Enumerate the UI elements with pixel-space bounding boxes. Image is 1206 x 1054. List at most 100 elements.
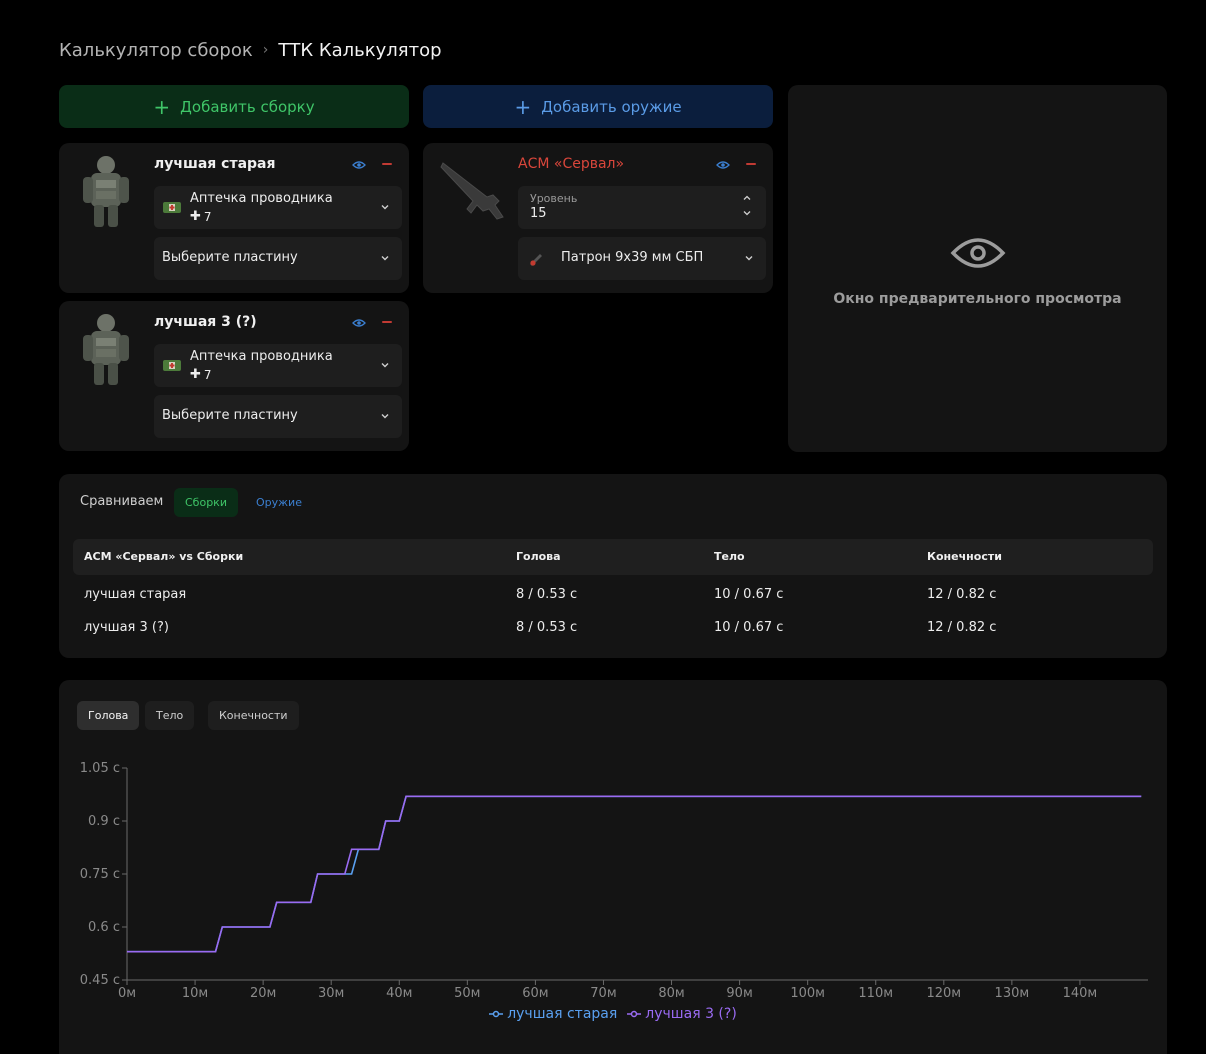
legend-item[interactable]: лучшая старая <box>489 1006 617 1022</box>
rifle-icon <box>440 162 504 220</box>
cross-icon: ✚ <box>190 367 201 382</box>
column-header: Конечности <box>927 550 1002 563</box>
medkit-select[interactable]: Аптечка проводника ✚ 7 <box>154 186 402 229</box>
chevron-down-icon <box>745 256 753 261</box>
bullet-icon <box>530 254 542 266</box>
preview-panel: Окно предварительного просмотра <box>788 85 1167 452</box>
chevron-up-icon[interactable] <box>742 194 752 202</box>
table-cell: 10 / 0.67 с <box>714 620 784 635</box>
medkit-name: Аптечка проводника <box>190 191 333 206</box>
legend-label: лучшая старая <box>507 1006 618 1022</box>
eye-icon[interactable] <box>352 158 366 172</box>
chevron-down-icon <box>381 414 389 419</box>
chevron-down-icon <box>381 363 389 368</box>
x-tick-label: 130м <box>995 986 1030 1001</box>
medkit-icon <box>163 360 181 371</box>
plate-placeholder: Выберите пластину <box>162 250 298 265</box>
weapon-name: АСМ «Сервал» <box>518 156 625 172</box>
chevron-down-icon[interactable] <box>742 209 752 217</box>
x-tick-label: 30м <box>318 986 344 1001</box>
x-tick-label: 100м <box>790 986 825 1001</box>
ttk-line-chart: 0.45 с 0.6 с 0.75 с 0.9 с 1.05 с 0м 10м 20м 30м 4… <box>80 761 1148 1001</box>
y-tick-label: 1.05 с <box>80 761 120 776</box>
x-tick-label: 20м <box>250 986 276 1001</box>
y-tick-label: 0.6 с <box>88 920 120 935</box>
eye-icon[interactable] <box>352 316 366 330</box>
build-card: лучшая старая Аптечка проводника ✚ 7 Выб… <box>59 143 409 293</box>
medkit-select[interactable]: Аптечка проводника ✚ 7 <box>154 344 402 387</box>
weapon-card: АСМ «Сервал» Уровень 15 Патрон 9x39 мм С… <box>423 143 773 293</box>
x-tick-label: 10м <box>182 986 208 1001</box>
ammo-select[interactable]: Патрон 9x39 мм СБП <box>518 237 766 280</box>
x-tick-label: 90м <box>726 986 752 1001</box>
table-cell: 8 / 0.53 с <box>516 620 578 635</box>
medkit-count: ✚ 7 <box>190 209 212 224</box>
chevron-right-icon: › <box>262 42 269 58</box>
remove-build-button[interactable] <box>382 321 392 323</box>
plate-select[interactable]: Выберите пластину <box>154 237 402 280</box>
x-tick-label: 80м <box>658 986 684 1001</box>
table-row: лучшая 3 (?) 8 / 0.53 с 10 / 0.67 с 12 /… <box>73 614 1153 644</box>
add-weapon-label: Добавить оружие <box>541 97 682 116</box>
y-tick-label: 0.75 с <box>80 867 120 882</box>
x-tick-label: 120м <box>926 986 961 1001</box>
comparison-panel: Сравниваем Сборки Оружие АСМ «Сервал» vs… <box>59 474 1167 658</box>
x-tick-label: 0м <box>118 986 136 1001</box>
x-tick-label: 50м <box>454 986 480 1001</box>
table-cell: 10 / 0.67 с <box>714 587 784 602</box>
table-cell: 8 / 0.53 с <box>516 587 578 602</box>
legend-item[interactable]: лучшая 3 (?) <box>627 1006 737 1022</box>
legend-label: лучшая 3 (?) <box>645 1006 737 1022</box>
series-line <box>127 795 1142 953</box>
table-cell: лучшая старая <box>84 587 187 602</box>
add-weapon-button[interactable]: + Добавить оружие <box>423 85 773 128</box>
chart-legend: лучшая старая лучшая 3 (?) <box>59 1006 1167 1022</box>
chevron-down-icon <box>381 256 389 261</box>
medkit-name: Аптечка проводника <box>190 349 333 364</box>
armor-icon <box>83 156 129 227</box>
legend-marker-icon <box>627 1010 642 1018</box>
x-tick-label: 70м <box>590 986 616 1001</box>
armor-icon <box>83 314 129 385</box>
x-tick-label: 40м <box>386 986 412 1001</box>
eye-icon <box>950 238 1006 268</box>
chevron-down-icon <box>381 205 389 210</box>
plate-select[interactable]: Выберите пластину <box>154 395 402 438</box>
medkit-icon <box>163 202 181 213</box>
preview-placeholder: Окно предварительного просмотра <box>833 291 1122 307</box>
medkit-count-value: 7 <box>203 209 212 224</box>
build-name: лучшая старая <box>154 156 276 172</box>
level-label: Уровень <box>530 192 578 205</box>
add-build-label: Добавить сборку <box>180 97 315 116</box>
add-build-button[interactable]: + Добавить сборку <box>59 85 409 128</box>
table-cell: 12 / 0.82 с <box>927 620 997 635</box>
tab-weapons[interactable]: Оружие <box>245 488 313 517</box>
column-header: АСМ «Сервал» vs Сборки <box>84 550 244 563</box>
compare-label: Сравниваем <box>80 494 164 509</box>
plus-icon: + <box>153 94 171 119</box>
breadcrumb-root-link[interactable]: Калькулятор сборок <box>59 40 253 61</box>
remove-build-button[interactable] <box>382 163 392 165</box>
eye-icon[interactable] <box>716 158 730 172</box>
medkit-count-value: 7 <box>203 367 212 382</box>
table-cell: 12 / 0.82 с <box>927 587 997 602</box>
chart-panel: Голова Тело Конечности 0.45 с 0.6 с 0.75 с… <box>59 680 1167 1054</box>
remove-weapon-button[interactable] <box>746 163 756 165</box>
table-cell: лучшая 3 (?) <box>84 620 169 635</box>
legend-marker-icon <box>489 1010 504 1018</box>
level-stepper[interactable]: Уровень 15 <box>518 186 766 229</box>
tab-builds[interactable]: Сборки <box>174 488 238 517</box>
level-value: 15 <box>530 206 547 221</box>
y-tick-label: 0.45 с <box>80 973 120 988</box>
medkit-count: ✚ 7 <box>190 367 212 382</box>
series-line <box>127 795 1142 953</box>
x-tick-label: 60м <box>522 986 548 1001</box>
ammo-name: Патрон 9x39 мм СБП <box>561 250 704 265</box>
column-header: Тело <box>714 550 745 563</box>
x-tick-label: 110м <box>858 986 893 1001</box>
build-name: лучшая 3 (?) <box>154 314 257 330</box>
table-row: лучшая старая 8 / 0.53 с 10 / 0.67 с 12 … <box>73 581 1153 611</box>
plus-icon: + <box>514 94 532 119</box>
page-title: ТТК Калькулятор <box>278 39 442 61</box>
plate-placeholder: Выберите пластину <box>162 408 298 423</box>
